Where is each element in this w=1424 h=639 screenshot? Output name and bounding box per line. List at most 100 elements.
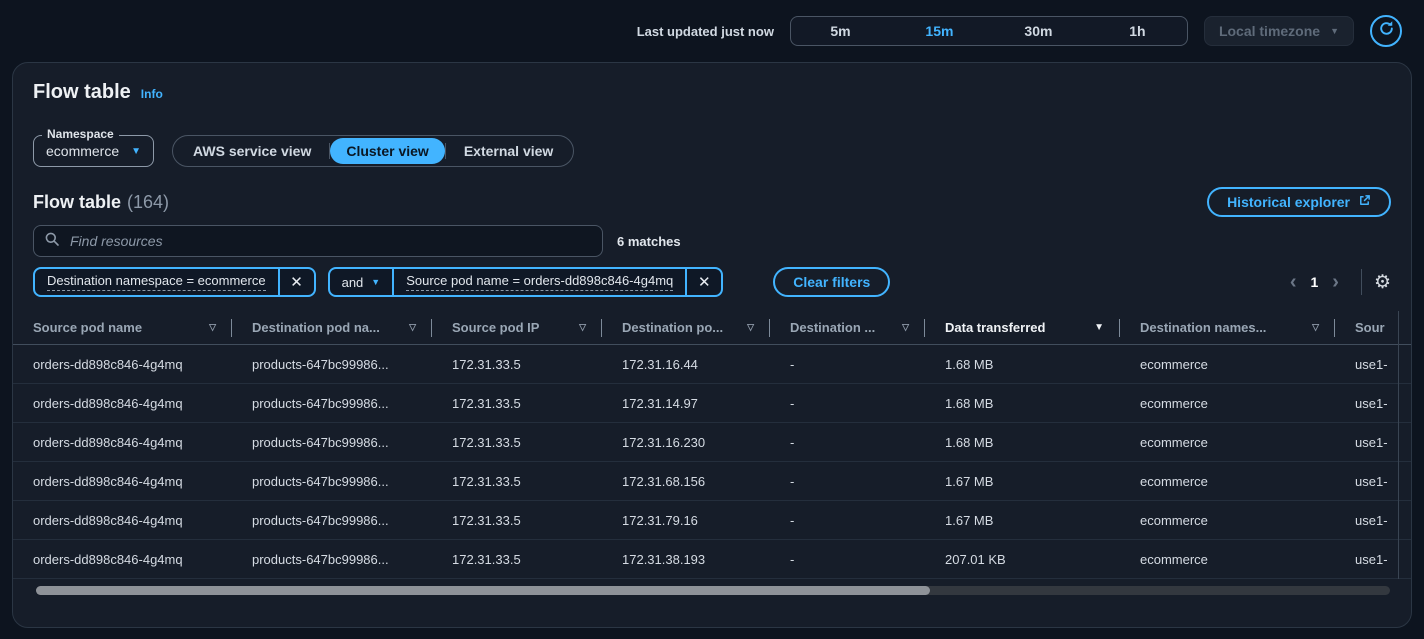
table-row[interactable]: orders-dd898c846-4g4mqproducts-647bc9998… [13,384,1411,423]
time-range-30m[interactable]: 30m [989,17,1088,45]
namespace-label: Namespace [42,127,119,141]
column-header-destination[interactable]: Destination ...▽ [790,311,945,344]
table-cell: orders-dd898c846-4g4mq [33,552,252,567]
column-divider [231,319,232,337]
namespace-value: ecommerce [46,143,119,159]
panel-title-row: Flow table Info [13,81,1411,105]
refresh-button[interactable] [1370,15,1402,47]
table-cell: ecommerce [1140,513,1355,528]
column-header-data-transferred[interactable]: Data transferred▼ [945,311,1140,344]
filter-token-text[interactable]: Destination namespace = ecommerce [35,269,278,295]
info-link[interactable]: Info [141,87,163,101]
table-row[interactable]: orders-dd898c846-4g4mqproducts-647bc9998… [13,540,1411,579]
table-row[interactable]: orders-dd898c846-4g4mqproducts-647bc9998… [13,501,1411,540]
column-label: Destination pod na... [252,320,380,335]
view-tab-external-view[interactable]: External view [446,136,572,166]
table-row[interactable]: orders-dd898c846-4g4mqproducts-647bc9998… [13,345,1411,384]
column-label: Data transferred [945,320,1045,335]
table-cell: products-647bc99986... [252,474,452,489]
table-header-row: Source pod name▽Destination pod na... ▽ So… [13,311,1411,345]
column-header-destination-po[interactable]: Destination po... ▽ [622,311,790,344]
close-icon[interactable]: ✕ [280,269,314,295]
table-cell: orders-dd898c846-4g4mq [33,396,252,411]
table-cell: 172.31.33.5 [452,435,622,450]
table-count: (164) [127,192,169,212]
chevron-down-icon: ▼ [131,146,141,157]
table-heading-row: Flow table (164) Historical explorer [13,187,1411,217]
flow-table-panel: Flow table Info Namespace ecommerce ▼ AW… [12,62,1412,628]
table-cell: products-647bc99986... [252,357,452,372]
top-bar: Last updated just now 5m15m30m1h Local t… [0,0,1424,62]
table-cell: - [790,552,945,567]
external-link-icon [1358,194,1371,210]
sort-caret-icon: ▽ [409,322,416,333]
column-label: Destination po... [622,320,723,335]
filter-token-text[interactable]: Source pod name = orders-dd898c846-4g4mq [394,269,685,295]
clear-filters-button[interactable]: Clear filters [773,267,890,297]
table-cell: - [790,435,945,450]
column-header-destination-pod-na[interactable]: Destination pod na... ▽ [252,311,452,344]
table-cell: 172.31.38.193 [622,552,790,567]
column-divider [1119,319,1120,337]
view-tab-cluster-view[interactable]: Cluster view [330,138,444,164]
table-cell: - [790,474,945,489]
table-body: orders-dd898c846-4g4mqproducts-647bc9998… [13,345,1411,579]
time-range-1h[interactable]: 1h [1088,17,1187,45]
filter-operator-dropdown[interactable]: and ▼ [330,269,393,295]
next-page-button[interactable]: › [1322,272,1349,292]
table-cell: use1- [1355,474,1411,489]
filter-token-source-pod: and ▼ Source pod name = orders-dd898c846… [328,267,724,297]
column-header-source-pod-ip[interactable]: Source pod IP▽ [452,311,622,344]
controls-row: Namespace ecommerce ▼ AWS service viewCl… [13,135,1411,167]
historical-explorer-button[interactable]: Historical explorer [1207,187,1391,217]
namespace-select[interactable]: Namespace ecommerce ▼ [33,135,154,167]
table-cell: 172.31.33.5 [452,552,622,567]
table-cell: use1- [1355,357,1411,372]
table-cell: 207.01 KB [945,552,1140,567]
table-row[interactable]: orders-dd898c846-4g4mqproducts-647bc9998… [13,423,1411,462]
page-number[interactable]: 1 [1306,274,1322,290]
table-cell: products-647bc99986... [252,396,452,411]
view-tab-aws-service-view[interactable]: AWS service view [175,136,329,166]
table-cell: 1.68 MB [945,396,1140,411]
table-cell: ecommerce [1140,357,1355,372]
timezone-dropdown[interactable]: Local timezone ▼ [1204,16,1354,46]
view-segmented-control: AWS service viewCluster viewExternal vie… [172,135,574,167]
table-heading: Flow table [33,192,121,212]
column-divider [924,319,925,337]
table-cell: 172.31.33.5 [452,396,622,411]
table-cell: 172.31.33.5 [452,513,622,528]
filter-row: Destination namespace = ecommerce ✕ and … [13,267,1411,297]
column-header-sour[interactable]: Sour▽ [1355,311,1411,344]
close-icon[interactable]: ✕ [687,269,721,295]
table-cell: 172.31.33.5 [452,474,622,489]
column-label: Sour [1355,320,1385,335]
table-cell: ecommerce [1140,396,1355,411]
table-cell: 172.31.14.97 [622,396,790,411]
table-cell: 1.68 MB [945,435,1140,450]
horizontal-scrollbar-thumb[interactable] [36,586,930,595]
sort-caret-icon: ▽ [902,322,909,333]
search-input[interactable] [68,232,592,250]
column-header-source-pod-name[interactable]: Source pod name▽ [33,311,252,344]
gear-icon[interactable]: ⚙ [1374,273,1391,292]
sort-caret-icon: ▽ [747,322,754,333]
search-icon [44,231,60,252]
table-cell: ecommerce [1140,474,1355,489]
table-cell: orders-dd898c846-4g4mq [33,474,252,489]
time-range-15m[interactable]: 15m [890,17,989,45]
chevron-down-icon: ▼ [371,277,380,287]
sort-caret-icon: ▽ [1312,322,1319,333]
horizontal-scrollbar-track[interactable] [36,586,1390,595]
timezone-label: Local timezone [1219,23,1320,39]
column-label: Source pod IP [452,320,539,335]
table-cell: 172.31.16.44 [622,357,790,372]
previous-page-button[interactable]: ‹ [1280,272,1307,292]
column-divider [601,319,602,337]
column-header-destination-names[interactable]: Destination names...▽ [1140,311,1355,344]
time-range-5m[interactable]: 5m [791,17,890,45]
table-cell: orders-dd898c846-4g4mq [33,357,252,372]
last-updated-text: Last updated just now [637,24,774,39]
column-divider [431,319,432,337]
table-row[interactable]: orders-dd898c846-4g4mqproducts-647bc9998… [13,462,1411,501]
